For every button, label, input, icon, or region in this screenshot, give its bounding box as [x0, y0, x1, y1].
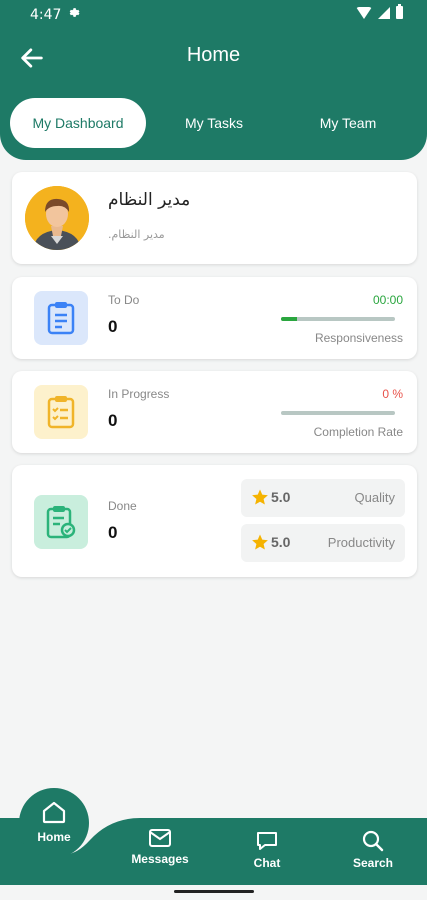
quality-value: 5.0 — [271, 489, 291, 505]
nav-home[interactable]: Home — [19, 788, 89, 858]
profile-subtitle: مدير النظام. — [108, 228, 165, 241]
tab-my-tasks[interactable]: My Tasks — [156, 98, 272, 148]
screen: 4:47 Home My Dashboard My Tasks My Team — [0, 0, 427, 900]
tab-my-team[interactable]: My Team — [290, 98, 406, 148]
system-icons — [356, 4, 403, 19]
completion-rate-label: Completion Rate — [313, 425, 403, 439]
responsiveness-label: Responsiveness — [314, 331, 403, 345]
in-progress-value: 0 — [108, 411, 118, 430]
search-icon — [362, 830, 384, 852]
productivity-value: 5.0 — [271, 534, 291, 550]
status-time: 4:47 — [30, 7, 62, 23]
done-value: 0 — [108, 523, 118, 542]
clipboard-check-icon — [34, 495, 88, 549]
todo-card[interactable]: To Do 0 00:00 Responsiveness — [12, 277, 417, 359]
quality-label: Quality — [354, 490, 395, 505]
nav-messages-label: Messages — [131, 852, 189, 866]
completion-rate-bar — [281, 411, 395, 415]
nav-search-label: Search — [352, 856, 394, 870]
header: 4:47 Home My Dashboard My Tasks My Team — [0, 0, 427, 160]
tab-bar: My Dashboard My Tasks My Team — [10, 98, 417, 148]
in-progress-card[interactable]: In Progress 0 0 % Completion Rate — [12, 371, 417, 453]
battery-icon — [396, 4, 403, 19]
clipboard-icon — [34, 291, 88, 345]
page-title: Home — [186, 44, 241, 66]
todo-value: 0 — [108, 317, 118, 336]
mail-icon — [149, 829, 171, 847]
todo-label: To Do — [108, 293, 140, 307]
profile-card[interactable]: مدير النظام مدير النظام. — [12, 172, 417, 264]
tab-my-dashboard[interactable]: My Dashboard — [10, 98, 146, 148]
star-icon — [252, 534, 268, 550]
chat-icon — [257, 832, 277, 850]
star-icon — [252, 489, 268, 505]
productivity-rating: 5.0 Productivity — [241, 524, 405, 562]
nav-home-label: Home — [37, 830, 71, 844]
in-progress-label: In Progress — [108, 387, 170, 401]
gesture-bar — [174, 890, 254, 893]
nav-chat[interactable]: Chat — [227, 830, 307, 870]
completion-rate-value: 0 % — [382, 387, 403, 401]
nav-search[interactable]: Search — [333, 830, 413, 870]
avatar — [25, 186, 89, 250]
done-card[interactable]: Done 0 5.0 Quality 5.0 Productivity — [12, 465, 417, 577]
status-bar: 4:47 — [0, 0, 427, 30]
wifi-icon — [356, 6, 372, 19]
quality-rating: 5.0 Quality — [241, 479, 405, 517]
gear-icon — [67, 6, 80, 23]
productivity-label: Productivity — [327, 535, 395, 550]
responsiveness-value: 00:00 — [372, 293, 403, 307]
responsiveness-bar — [281, 317, 395, 321]
nav-chat-label: Chat — [253, 856, 281, 870]
home-icon — [42, 801, 66, 824]
profile-name: مدير النظام — [108, 190, 191, 210]
bottom-navigation: Home Messages Chat Search — [0, 780, 427, 885]
clipboard-list-icon — [34, 385, 88, 439]
done-label: Done — [108, 499, 137, 513]
signal-icon — [378, 6, 390, 19]
responsiveness-bar-fill — [281, 317, 297, 321]
nav-messages[interactable]: Messages — [120, 828, 200, 866]
